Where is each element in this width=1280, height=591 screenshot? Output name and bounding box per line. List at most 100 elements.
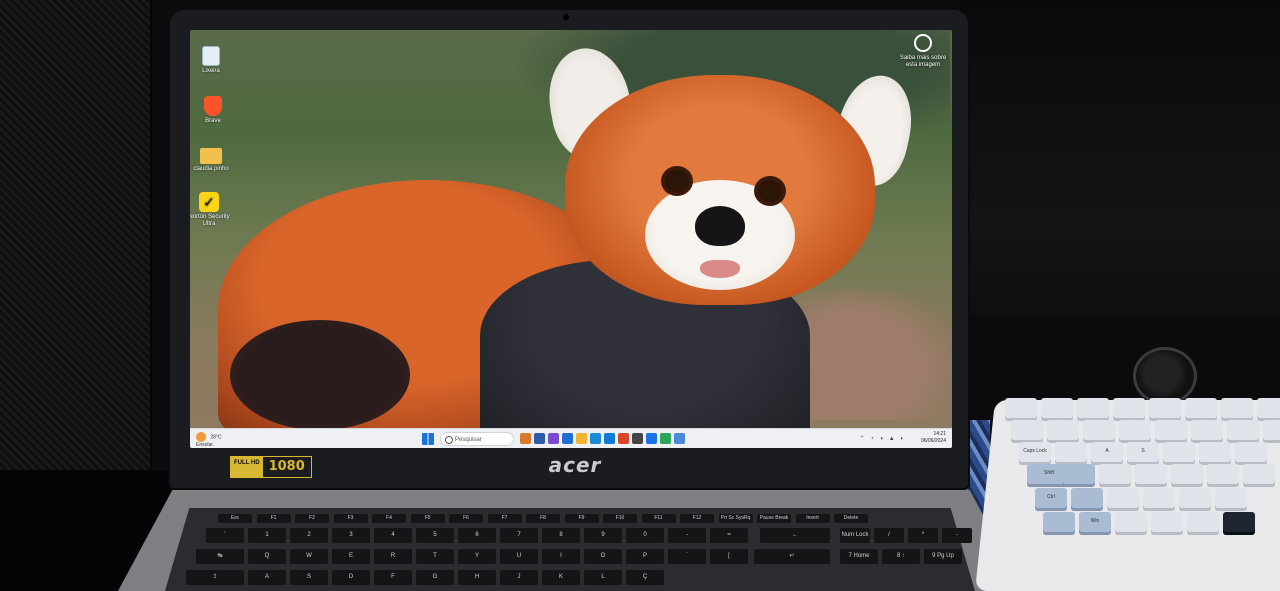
keyboard-key[interactable]: I — [542, 549, 580, 564]
keyboard-key[interactable]: 1 — [248, 528, 286, 543]
keyboard-key[interactable]: F10 — [603, 514, 637, 523]
keyboard-key[interactable]: G — [416, 570, 454, 585]
taskbar-search-input[interactable]: Pesquisar — [440, 432, 514, 446]
keyboard-key[interactable]: L — [584, 570, 622, 585]
keyboard-key[interactable]: F11 — [641, 514, 676, 523]
mechanical-keycap: Caps Lock — [1019, 442, 1051, 462]
keyboard-key[interactable]: 0 — [626, 528, 664, 543]
keyboard-key[interactable]: F2 — [295, 514, 329, 523]
keyboard-key[interactable]: 5 — [416, 528, 454, 543]
keyboard-key[interactable]: - — [942, 528, 972, 543]
acer-logo: acer — [548, 453, 602, 477]
keyboard-key[interactable]: Prt Sc SysRq — [718, 514, 753, 523]
spotlight-info-button[interactable]: Saiba mais sobre esta imagem — [898, 34, 948, 69]
windows-start-icon[interactable] — [422, 433, 434, 445]
keyboard-key[interactable]: F5 — [410, 514, 445, 523]
keyboard-key[interactable]: ↵ — [754, 549, 830, 564]
app-icon-4[interactable] — [562, 433, 573, 444]
keyboard-key[interactable]: 4 — [374, 528, 412, 543]
keyboard-key[interactable]: Q — [248, 549, 286, 564]
desktop-icon-label: Norton Security Ultra — [190, 214, 230, 227]
keyboard-key[interactable]: F7 — [487, 514, 522, 523]
keyboard-key[interactable]: D — [332, 570, 370, 585]
keyboard-key[interactable]: F12 — [680, 514, 714, 523]
keyboard-key[interactable]: ´ — [668, 549, 706, 564]
keyboard-key[interactable]: ↹ — [196, 549, 244, 564]
mechanical-keycap — [1107, 488, 1139, 508]
app-icon-6[interactable] — [590, 433, 601, 444]
keyboard-key[interactable]: F1 — [256, 514, 291, 523]
keyboard-key[interactable]: Num Lock — [840, 528, 870, 543]
app-icon-1[interactable] — [520, 433, 531, 444]
keyboard-key[interactable]: 8 ↑ — [882, 549, 920, 564]
keyboard-key[interactable]: 3 — [332, 528, 370, 543]
system-tray-icons[interactable]: ⌃ ◔ ◑ ▲ ◐ — [859, 435, 906, 442]
desktop-icon-folder[interactable]: claudia pinho — [190, 148, 236, 173]
mechanical-keycap — [1221, 398, 1253, 418]
keyboard-key[interactable]: A — [248, 570, 286, 585]
keyboard-key[interactable]: Ç — [626, 570, 664, 585]
app-icon-10[interactable] — [646, 433, 657, 444]
keyboard-key[interactable]: 9 Pg Up — [924, 549, 962, 564]
keyboard-key[interactable]: 7 Home — [840, 549, 878, 564]
mechanical-keycap — [1099, 464, 1131, 484]
app-icon-12[interactable] — [674, 433, 685, 444]
keyboard-key[interactable]: U — [500, 549, 538, 564]
keyboard-key[interactable]: Delete — [834, 514, 868, 523]
keyboard-key[interactable]: E — [332, 549, 370, 564]
monitor-dark — [960, 0, 1280, 320]
keyboard-key[interactable]: - — [668, 528, 706, 543]
keyboard-key[interactable]: 9 — [584, 528, 622, 543]
mechanical-keycap — [1171, 464, 1203, 484]
keyboard-key[interactable]: T — [416, 549, 454, 564]
keyboard-key[interactable]: ← — [760, 528, 830, 543]
desktop-icon-label: Brave — [205, 118, 221, 124]
taskbar-clock[interactable]: 14:21 06/06/2024 — [921, 431, 946, 445]
keyboard-key[interactable]: S — [290, 570, 328, 585]
keyboard-key[interactable]: F — [374, 570, 412, 585]
weather-widget[interactable]: 28°C Ensolar. — [196, 432, 222, 448]
norton-check-icon: ✓ — [199, 192, 219, 212]
keyboard-key[interactable]: = — [710, 528, 748, 543]
keyboard-key[interactable]: F6 — [449, 514, 483, 523]
keyboard-key[interactable]: H — [458, 570, 496, 585]
keyboard-key[interactable]: * — [908, 528, 938, 543]
keyboard-key[interactable]: F9 — [564, 514, 599, 523]
keyboard-key[interactable]: ⇪ — [186, 570, 244, 585]
desktop-icon-brave[interactable]: Brave — [190, 96, 238, 125]
keyboard-key[interactable]: O — [584, 549, 622, 564]
weather-temp: 28°C — [210, 434, 222, 441]
keyboard-key[interactable]: / — [874, 528, 904, 543]
clock-time: 14:21 — [933, 431, 946, 437]
keyboard-key[interactable]: Y — [458, 549, 496, 564]
app-icon-9[interactable] — [632, 433, 643, 444]
keyboard-key[interactable]: F8 — [526, 514, 560, 523]
mechanical-keycap — [1187, 512, 1219, 532]
keyboard-key[interactable]: Pause Break — [757, 514, 791, 523]
desktop-icon-recycle-bin[interactable]: Lixeira — [190, 46, 236, 75]
keyboard-key[interactable]: K — [542, 570, 580, 585]
app-icon-8[interactable] — [618, 433, 629, 444]
mechanical-keycap — [1063, 464, 1095, 484]
keyboard-key[interactable]: [ — [710, 549, 748, 564]
keyboard-key[interactable]: 6 — [458, 528, 496, 543]
red-panda-tail — [230, 320, 410, 430]
app-icon-3[interactable] — [548, 433, 559, 444]
app-icon-5[interactable] — [576, 433, 587, 444]
keyboard-key[interactable]: R — [374, 549, 412, 564]
desktop-icon-norton[interactable]: ✓ Norton Security Ultra — [190, 192, 234, 228]
keyboard-key[interactable]: 7 — [500, 528, 538, 543]
keyboard-key[interactable]: Esc — [218, 514, 252, 523]
keyboard-key[interactable]: F4 — [372, 514, 406, 523]
app-icon-11[interactable] — [660, 433, 671, 444]
keyboard-key[interactable]: 8 — [542, 528, 580, 543]
app-icon-7[interactable] — [604, 433, 615, 444]
keyboard-key[interactable]: Insert — [795, 514, 830, 523]
keyboard-key[interactable]: F3 — [333, 514, 368, 523]
keyboard-key[interactable]: ' — [206, 528, 244, 543]
keyboard-key[interactable]: 2 — [290, 528, 328, 543]
keyboard-key[interactable]: W — [290, 549, 328, 564]
app-icon-2[interactable] — [534, 433, 545, 444]
keyboard-key[interactable]: J — [500, 570, 538, 585]
keyboard-key[interactable]: P — [626, 549, 664, 564]
